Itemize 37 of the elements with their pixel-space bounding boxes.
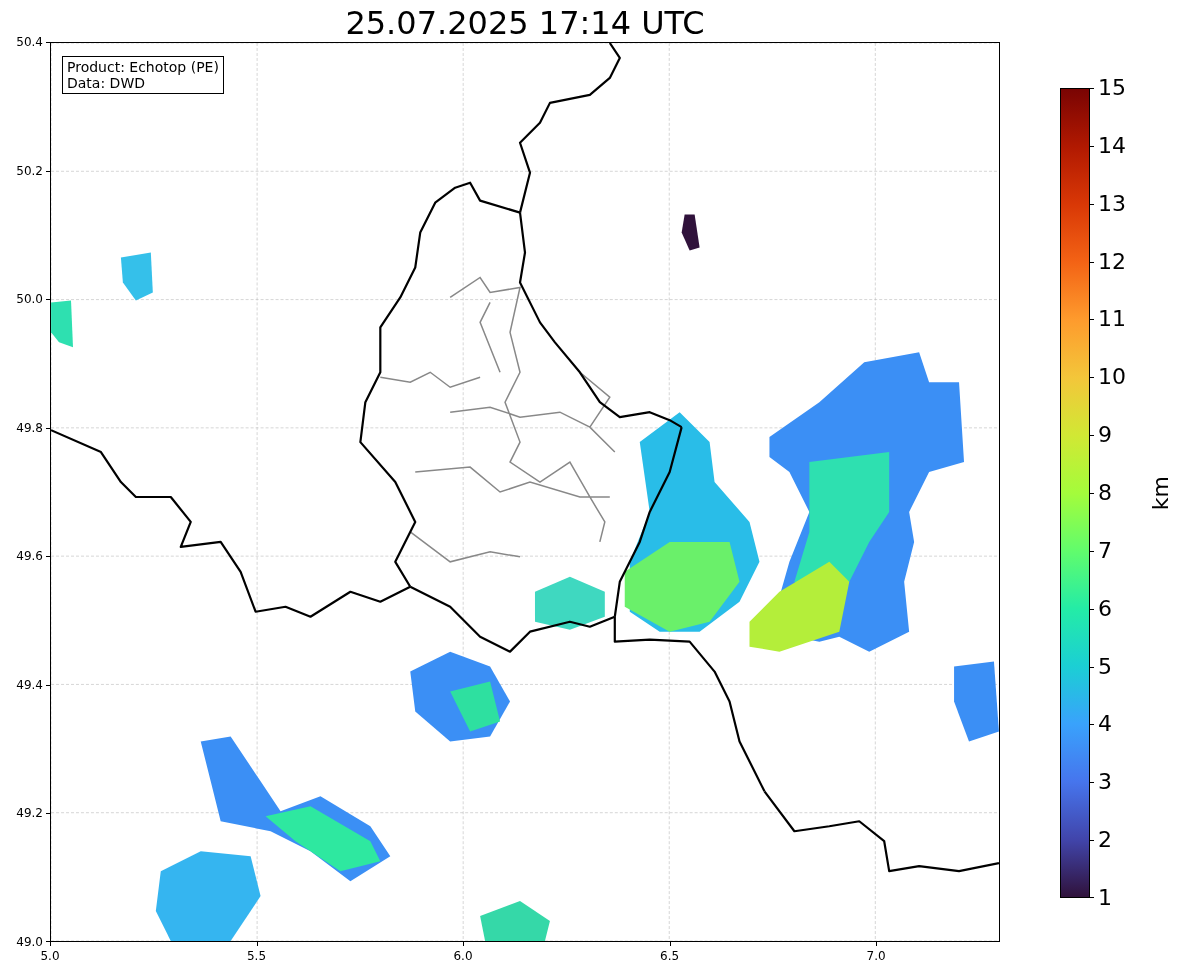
- axis-tick-label: 49.2: [16, 806, 43, 821]
- radar-echo: [51, 300, 73, 348]
- axis-tick-label: 50.2: [16, 163, 43, 178]
- colorbar-tick-label: 7: [1098, 537, 1112, 564]
- colorbar-tick-label: 13: [1098, 190, 1126, 217]
- colorbar-tick-label: 1: [1098, 885, 1112, 911]
- colorbar-tick-label: 12: [1098, 248, 1126, 275]
- radar-echo: [681, 214, 700, 251]
- axis-tick-label: 49.6: [16, 549, 43, 564]
- info-text: Product: Echotop (PE): [67, 59, 219, 75]
- radar-echo: [535, 576, 605, 630]
- chart-title: 25.07.2025 17:14 UTC: [345, 3, 705, 42]
- axis-tick-label: 50.0: [16, 292, 43, 307]
- axis-tick-label: 49.8: [16, 420, 43, 435]
- axis-tick-label: 49.4: [16, 677, 43, 692]
- axis-tick-label: 5.0: [40, 949, 60, 963]
- colorbar-tick-label: 8: [1098, 480, 1112, 506]
- axis-tick-label: 7.0: [866, 949, 886, 963]
- info-text: Data: DWD: [67, 75, 146, 91]
- radar-echo: [120, 252, 153, 301]
- colorbar-label: km: [1148, 475, 1173, 511]
- colorbar-tick-label: 11: [1098, 306, 1126, 333]
- colorbar-tick-label: 5: [1098, 653, 1112, 680]
- colorbar-tick-label: 15: [1098, 75, 1126, 101]
- axis-tick-label: 49.0: [16, 935, 43, 949]
- colorbar-tick-label: 10: [1098, 364, 1126, 391]
- colorbar-tick-label: 3: [1098, 769, 1112, 796]
- colorbar-tick-label: 14: [1098, 132, 1126, 159]
- colorbar-tick-label: 4: [1098, 711, 1112, 738]
- colorbar-tick-label: 6: [1098, 595, 1112, 622]
- axis-tick-label: 50.4: [16, 35, 43, 49]
- colorbar-tick-label: 2: [1098, 827, 1112, 854]
- axis-tick-label: 6.0: [453, 949, 473, 963]
- axis-tick-label: 6.5: [660, 949, 680, 963]
- axis-tick-label: 5.5: [246, 949, 267, 963]
- radar-echo: [480, 901, 550, 941]
- colorbar-tick-label: 9: [1098, 422, 1112, 449]
